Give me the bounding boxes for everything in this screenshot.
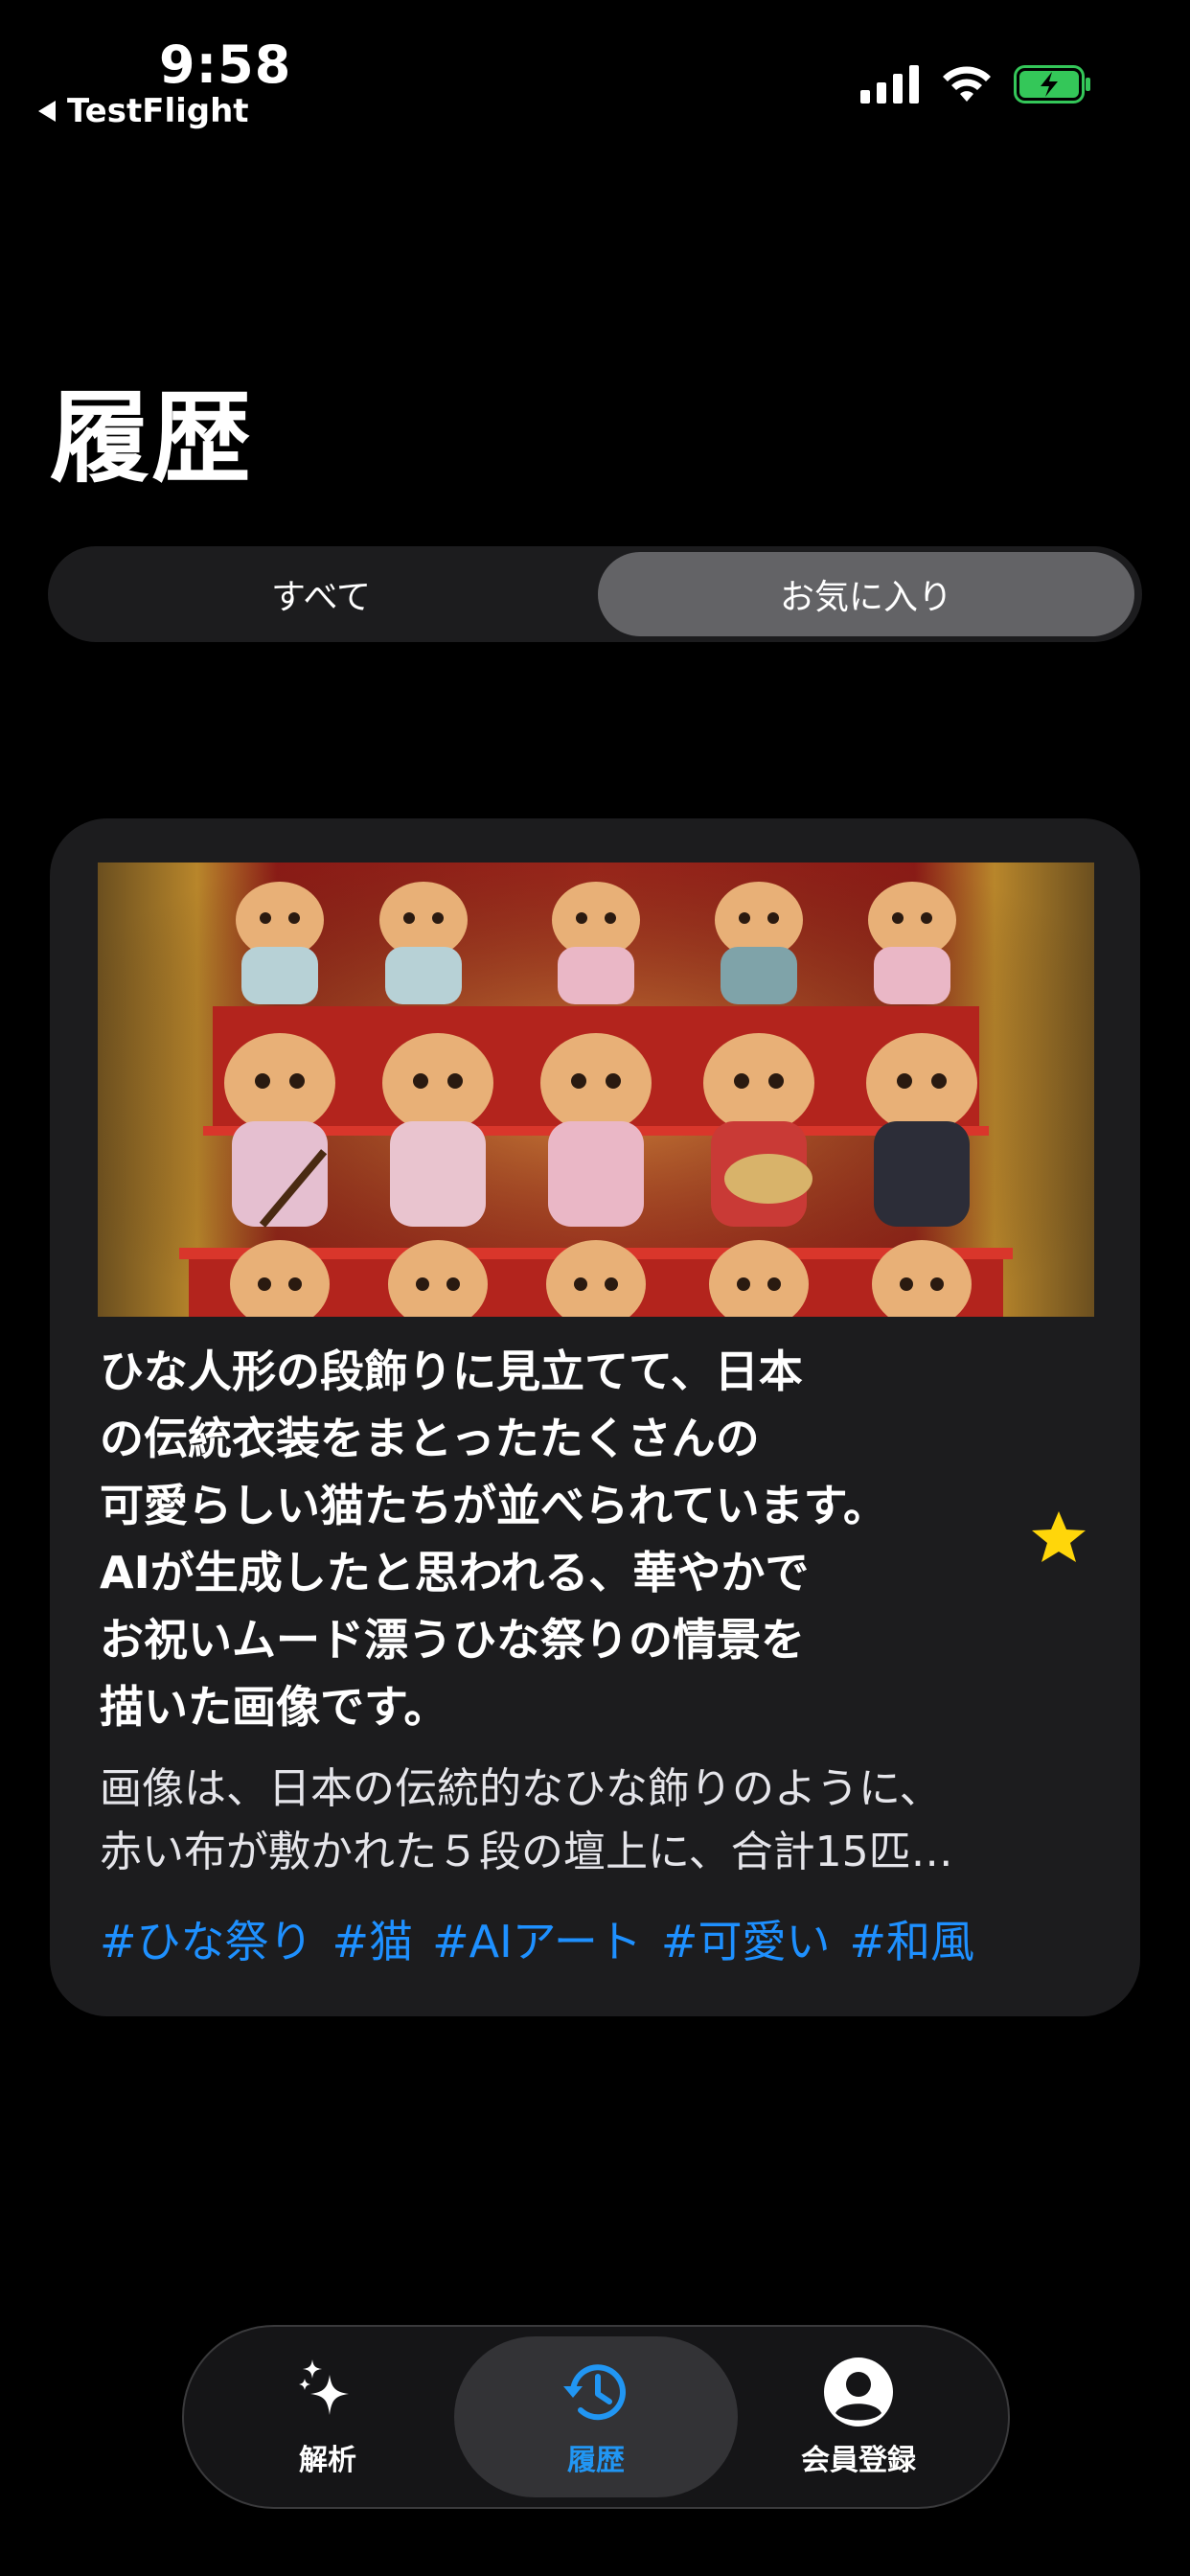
segment-favorites[interactable]: お気に入り <box>598 552 1134 636</box>
wifi-icon <box>943 66 991 102</box>
tab-member-label: 会員登録 <box>801 2444 916 2477</box>
tab-history[interactable]: 履歴 <box>454 2336 738 2497</box>
status-icons <box>860 65 1092 104</box>
history-filter-segmented-control: すべて お気に入り <box>48 546 1142 642</box>
history-clock-icon <box>563 2364 626 2421</box>
segment-all[interactable]: すべて <box>56 552 586 636</box>
tag-item[interactable]: #ひな祭り <box>100 1907 313 1970</box>
tab-member-registration[interactable]: 会員登録 <box>744 2336 973 2497</box>
back-link-label: TestFlight <box>67 92 249 130</box>
tab-analysis[interactable]: 解析 <box>222 2336 433 2497</box>
card-description: 画像は、日本の伝統的なひな飾りのように、 赤い布が敷かれた５段の壇上に、合計15… <box>100 1764 953 1876</box>
favorite-star-icon[interactable] <box>1029 1508 1088 1568</box>
photo-icon <box>98 862 1094 1317</box>
tab-analysis-label: 解析 <box>299 2444 356 2477</box>
tag-item[interactable]: #和風 <box>849 1907 974 1970</box>
page-title: 履歴 <box>50 380 254 496</box>
back-arrow-icon <box>38 101 56 122</box>
card-thumbnail-image[interactable] <box>98 862 1094 1317</box>
sparkles-icon <box>299 2359 349 2415</box>
cellular-signal-icon <box>860 65 919 104</box>
tag-item[interactable]: #AIアート <box>432 1907 642 1970</box>
person-circle-icon <box>824 2358 893 2426</box>
card-title: ひな人形の段飾りに見立てて、日本 の伝統衣装をまとったたくさんの 可愛らしい猫た… <box>100 1346 888 1733</box>
history-card[interactable]: ひな人形の段飾りに見立てて、日本 の伝統衣装をまとったたくさんの 可愛らしい猫た… <box>50 818 1140 2016</box>
battery-charging-icon <box>1014 65 1090 104</box>
back-to-testflight-link[interactable]: TestFlight <box>38 92 249 130</box>
tag-item[interactable]: #可愛い <box>661 1907 831 1970</box>
tab-history-label: 履歴 <box>567 2444 625 2477</box>
tab-bar: 解析 履歴 会員登録 <box>182 2325 1010 2509</box>
tag-item[interactable]: #猫 <box>332 1907 414 1970</box>
card-tags: #ひな祭り #猫 #AIアート #可愛い #和風 <box>100 1907 974 1970</box>
status-time: 9:58 <box>159 34 292 95</box>
